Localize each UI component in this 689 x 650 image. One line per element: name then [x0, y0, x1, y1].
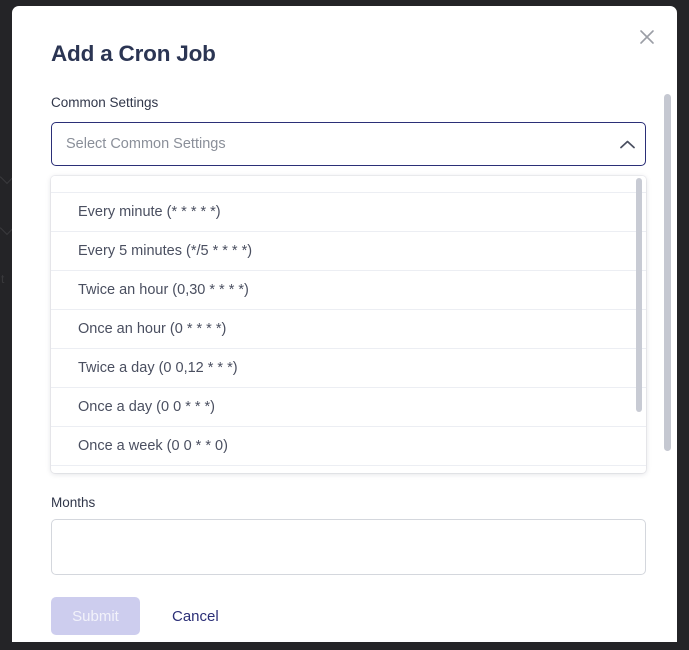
dropdown-option[interactable]: Once an hour (0 * * * *): [51, 310, 646, 349]
common-settings-select[interactable]: Select Common Settings: [51, 122, 646, 166]
close-icon[interactable]: [636, 26, 658, 48]
backdrop-text: t: [1, 272, 5, 286]
dropdown-option[interactable]: Once a day (0 0 * * *): [51, 388, 646, 427]
dropdown-option[interactable]: Once a week (0 0 * * 0): [51, 427, 646, 466]
dropdown-scrollbar[interactable]: [636, 176, 644, 473]
cancel-button[interactable]: Cancel: [164, 597, 227, 635]
screen: t Add a Cron Job Common Settings Select …: [0, 0, 689, 650]
dropdown-empty-option[interactable]: [51, 176, 646, 193]
dropdown-option[interactable]: Every minute (* * * * *): [51, 193, 646, 232]
common-settings-placeholder: Select Common Settings: [66, 136, 226, 152]
chevron-up-icon[interactable]: [609, 140, 645, 149]
dropdown-option[interactable]: Every 5 minutes (*/5 * * * *): [51, 232, 646, 271]
months-input[interactable]: [51, 519, 646, 575]
common-settings-dropdown[interactable]: Every minute (* * * * *) Every 5 minutes…: [51, 176, 646, 473]
months-label: Months: [51, 495, 96, 510]
add-cron-job-dialog: Add a Cron Job Common Settings Select Co…: [12, 6, 677, 642]
dropdown-option[interactable]: Twice an hour (0,30 * * * *): [51, 271, 646, 310]
submit-button[interactable]: Submit: [51, 597, 140, 635]
dropdown-scroll-area[interactable]: Every minute (* * * * *) Every 5 minutes…: [51, 176, 646, 473]
common-settings-label: Common Settings: [51, 95, 159, 110]
dropdown-option[interactable]: Twice a day (0 0,12 * * *): [51, 349, 646, 388]
dialog-scrollbar-thumb[interactable]: [664, 94, 671, 451]
dropdown-scrollbar-thumb[interactable]: [636, 178, 642, 412]
page-title: Add a Cron Job: [51, 41, 216, 66]
